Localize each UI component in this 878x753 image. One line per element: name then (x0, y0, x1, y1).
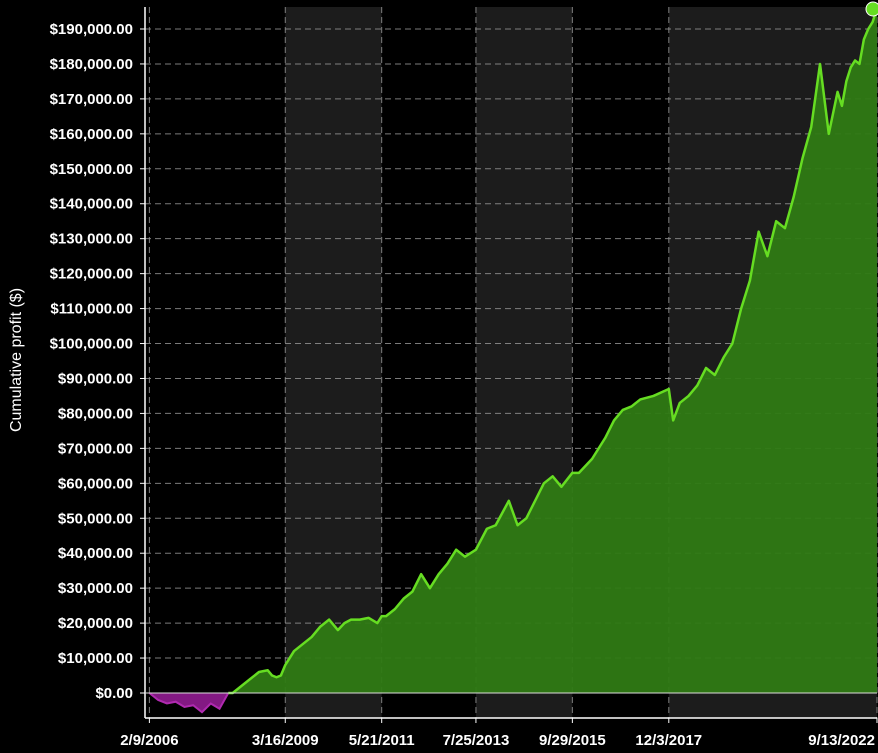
y-tick-label: $80,000.00 (58, 405, 133, 422)
y-tick-label: $20,000.00 (58, 615, 133, 632)
x-tick-label: 7/25/2013 (443, 732, 510, 749)
y-tick-label: $50,000.00 (58, 510, 133, 527)
y-tick-label: $180,000.00 (50, 56, 133, 73)
y-tick-label: $170,000.00 (50, 91, 133, 108)
y-tick-label: $0.00 (95, 685, 133, 702)
x-tick-label: 3/16/2009 (252, 732, 319, 749)
y-tick-label: $140,000.00 (50, 196, 133, 213)
band (285, 7, 382, 718)
y-tick-label: $30,000.00 (58, 580, 133, 597)
x-tick-label: 5/21/2011 (349, 732, 415, 749)
y-tick-label: $190,000.00 (50, 21, 133, 38)
cumulative-profit-chart: $0.00 $10,000.00 $20,000.00 $30,000.00 $40,0… (0, 0, 878, 753)
end-point-marker (865, 1, 878, 17)
x-tick-label: 9/13/2022 (808, 732, 875, 749)
y-axis-title: Cumulative profit ($) (8, 288, 25, 432)
x-tick-label: 9/29/2015 (539, 732, 606, 749)
y-tick-label: $100,000.00 (50, 336, 133, 353)
y-tick-label: $110,000.00 (50, 301, 133, 318)
y-tick-label: $10,000.00 (58, 650, 133, 667)
y-tick-label: $120,000.00 (50, 266, 133, 283)
x-tick-label: 12/3/2017 (635, 732, 702, 749)
x-tick-label: 2/9/2006 (120, 732, 178, 749)
y-tick-label: $90,000.00 (58, 370, 133, 387)
y-tick-label: $60,000.00 (58, 475, 133, 492)
y-tick-label: $130,000.00 (50, 231, 133, 248)
y-tick-label: $150,000.00 (50, 161, 133, 178)
y-tick-label: $70,000.00 (58, 440, 133, 457)
y-tick-label: $40,000.00 (58, 545, 133, 562)
y-tick-label: $160,000.00 (50, 126, 133, 143)
